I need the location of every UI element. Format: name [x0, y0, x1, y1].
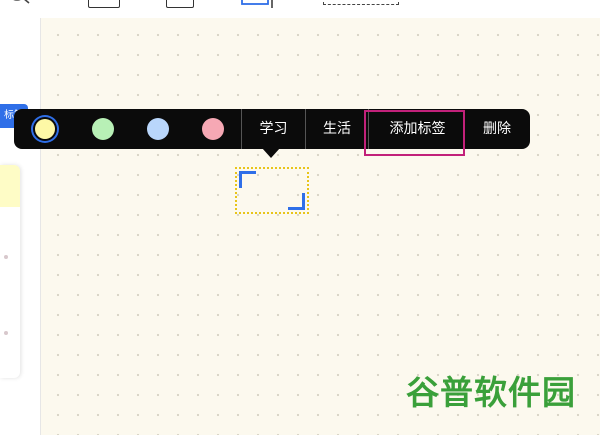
delete-button[interactable]: 删除	[469, 109, 525, 149]
color-swatch-yellow[interactable]	[35, 119, 55, 139]
sidebar-note-dot	[4, 331, 8, 335]
sidebar-note-list[interactable]	[0, 165, 20, 378]
sidebar: 标签	[0, 18, 41, 435]
sidebar-note-yellow[interactable]	[0, 165, 20, 207]
watermark-text: 谷普软件园	[406, 373, 576, 412]
tag-life-button[interactable]: 生活	[306, 109, 368, 149]
color-swatch-blue[interactable]	[147, 118, 169, 140]
shape-tool-icon[interactable]	[88, 0, 120, 8]
resize-handle-top-left[interactable]	[239, 171, 256, 188]
toolbar-pointer-arrow	[262, 148, 280, 158]
color-swatch-green[interactable]	[92, 118, 114, 140]
text-tool-icon[interactable]	[166, 0, 194, 8]
tag-study-button[interactable]: 学习	[242, 109, 305, 149]
highlight-annotation-box	[364, 110, 465, 156]
color-swatch-pink[interactable]	[202, 118, 224, 140]
selected-element[interactable]	[235, 167, 309, 214]
top-toolbar	[0, 0, 600, 18]
watermark-logo: 谷普软件园	[406, 368, 586, 418]
selection-tool-icon[interactable]	[323, 0, 399, 5]
resize-handle-bottom-right[interactable]	[288, 193, 305, 210]
search-icon[interactable]	[6, 0, 32, 8]
frame-tool-icon[interactable]	[240, 0, 274, 8]
sidebar-note-dot	[4, 255, 8, 259]
